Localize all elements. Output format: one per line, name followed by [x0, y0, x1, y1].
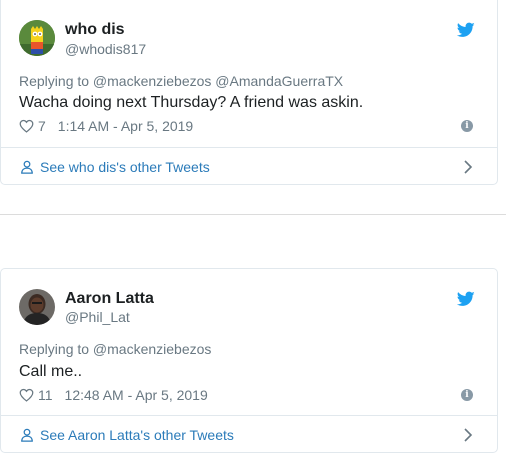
heart-icon[interactable]: [19, 119, 34, 133]
user-handle[interactable]: @Phil_Lat: [65, 309, 130, 325]
avatar[interactable]: [19, 289, 55, 325]
replying-to[interactable]: Replying to @mackenziebezos: [19, 341, 211, 357]
chevron-right-icon: [464, 428, 473, 442]
timestamp[interactable]: 12:48 AM - Apr 5, 2019: [65, 387, 208, 403]
user-handle[interactable]: @whodis817: [65, 41, 146, 57]
person-icon: [21, 160, 33, 174]
twitter-bird-icon[interactable]: [457, 291, 475, 307]
see-other-tweets-link[interactable]: See who dis's other Tweets: [1, 148, 497, 186]
avatar[interactable]: [19, 20, 55, 56]
see-other-tweets-link[interactable]: See Aaron Latta's other Tweets: [1, 416, 497, 454]
timestamp[interactable]: 1:14 AM - Apr 5, 2019: [58, 118, 193, 134]
tweet-meta: 7 1:14 AM - Apr 5, 2019: [19, 118, 193, 134]
heart-icon[interactable]: [19, 388, 34, 402]
person-icon: [21, 428, 33, 442]
replying-to[interactable]: Replying to @mackenziebezos @AmandaGuerr…: [19, 73, 343, 89]
like-count[interactable]: 11: [38, 387, 53, 403]
chevron-right-icon: [464, 160, 473, 174]
tweet-text: Wacha doing next Thursday? A friend was …: [19, 94, 364, 111]
see-other-tweets-label: See who dis's other Tweets: [40, 159, 210, 175]
see-other-tweets-label: See Aaron Latta's other Tweets: [40, 427, 234, 443]
tweet-text: Call me..: [19, 363, 83, 380]
tweet-card: Aaron Latta @Phil_Lat Replying to @macke…: [0, 268, 498, 453]
twitter-bird-icon[interactable]: [457, 22, 475, 38]
like-count[interactable]: 7: [38, 118, 46, 134]
section-separator: [0, 214, 506, 215]
person-photo-avatar-icon: [19, 289, 55, 325]
info-icon[interactable]: i: [461, 389, 473, 401]
display-name[interactable]: who dis: [65, 21, 125, 39]
tweet-meta: 11 12:48 AM - Apr 5, 2019: [19, 387, 208, 403]
display-name[interactable]: Aaron Latta: [65, 290, 154, 308]
tweet-card: who dis @whodis817 Replying to @mackenzi…: [0, 0, 498, 185]
info-icon[interactable]: i: [461, 120, 473, 132]
bart-simpson-avatar-icon: [19, 20, 55, 56]
